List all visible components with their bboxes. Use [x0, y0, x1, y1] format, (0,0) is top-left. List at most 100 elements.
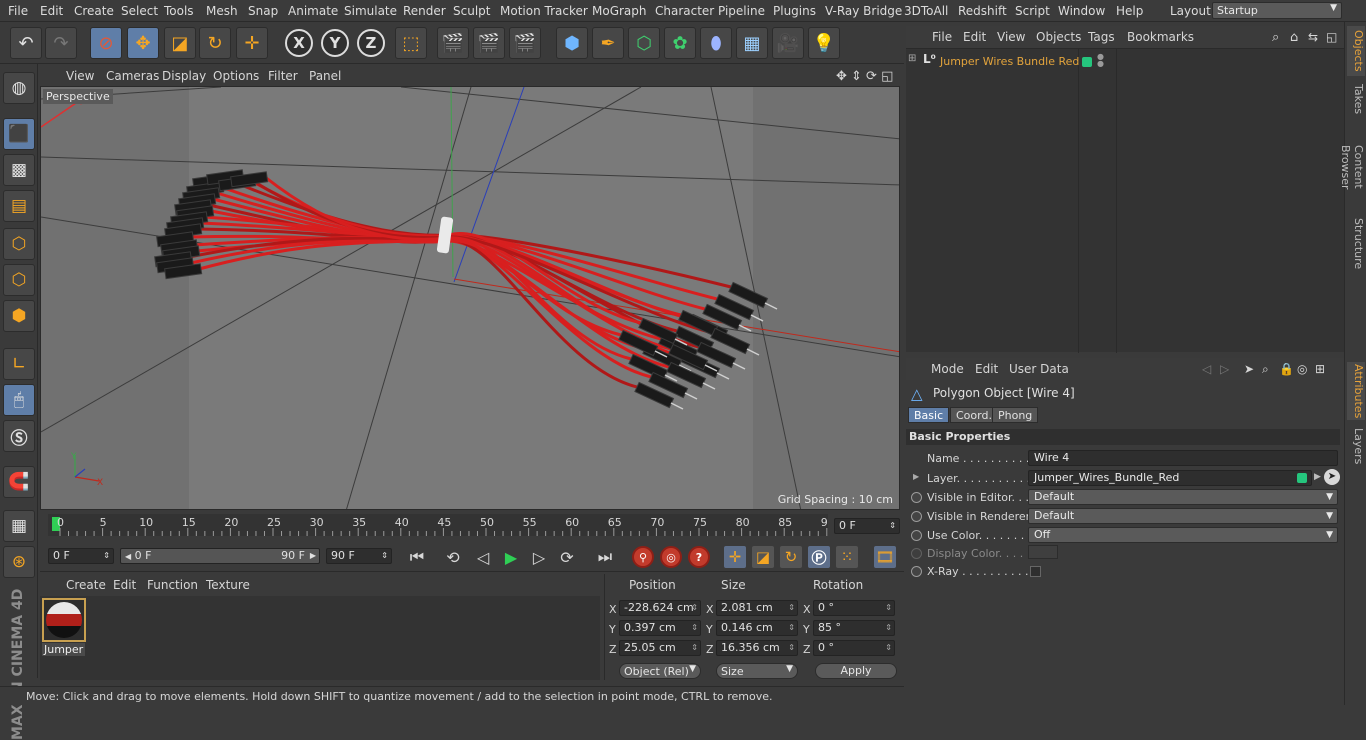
use-color-animate-radio[interactable] [911, 530, 922, 541]
menu-vray-bridge[interactable]: V-Ray Bridge [825, 4, 902, 18]
menu-sculpt[interactable]: Sculpt [453, 4, 490, 18]
position-y-field[interactable]: 0.397 cm ⇕ [619, 620, 701, 636]
solo-button[interactable]: Ⓢ [3, 420, 35, 452]
viewport-menu-display[interactable]: Display [162, 69, 206, 83]
tab-basic[interactable]: Basic [908, 407, 950, 423]
layer-field[interactable]: Jumper_Wires_Bundle_Red [1028, 470, 1312, 486]
material-menu-function[interactable]: Function [147, 578, 198, 592]
render-picture-viewer-button[interactable]: 🎬 [473, 27, 505, 59]
y-axis-lock-button[interactable]: Y [321, 29, 349, 57]
viewport-nav-icons[interactable]: ✥ ⇕ ⟳ ◱ [836, 69, 893, 84]
record-active-objects-button[interactable]: ⚲ [632, 546, 654, 568]
size-z-field[interactable]: 16.356 cm ⇕ [716, 640, 798, 656]
viewport-menu-filter[interactable]: Filter [268, 69, 298, 83]
deformer-button[interactable]: ⬮ [700, 27, 732, 59]
menu-redshift[interactable]: Redshift [958, 4, 1007, 18]
floor-button[interactable]: ▦ [736, 27, 768, 59]
expand-icon[interactable]: ⊞ [1315, 362, 1325, 376]
visible-renderer-animate-radio[interactable] [911, 511, 922, 522]
subdivision-button[interactable]: ⬡ [628, 27, 660, 59]
layout-dropdown[interactable]: Startup ▼ [1212, 2, 1342, 19]
pick-cursor-icon[interactable]: ➤ [1324, 469, 1340, 485]
tweak-mode-button[interactable]: 🖱 [3, 384, 35, 416]
attr-menu-mode[interactable]: Mode [931, 362, 964, 376]
menu-help[interactable]: Help [1116, 4, 1143, 18]
search-icon[interactable]: ⌕ [1272, 30, 1279, 45]
target-icon[interactable]: ◎ [1297, 362, 1307, 376]
side-tab-objects[interactable]: Objects [1347, 26, 1365, 76]
viewport-perspective[interactable]: Y X Perspective Grid Spacing : 10 cm [40, 86, 900, 510]
timeline-ruler[interactable]: 0 5 10 15 20 25 30 35 40 45 50 55 60 65 70 75 80 85 90 [48, 514, 828, 536]
lock-icon[interactable]: 🔒 [1279, 362, 1294, 376]
record-scale-button[interactable]: ◪ [752, 546, 774, 568]
menu-create[interactable]: Create [74, 4, 114, 18]
size-x-field[interactable]: 2.081 cm ⇕ [716, 600, 798, 616]
expand-arrow-icon[interactable]: ▶ [913, 472, 919, 481]
menu-3dtoall[interactable]: 3DToAll [904, 4, 948, 18]
move-tool-button[interactable]: ✥ [127, 27, 159, 59]
object-menu-edit[interactable]: Edit [963, 30, 986, 44]
arrows-icon[interactable]: ⇆ [1308, 30, 1318, 44]
mograph-cloner-button[interactable]: ✿ [664, 27, 696, 59]
record-pla-button[interactable]: ⁙ [836, 546, 858, 568]
xray-animate-radio[interactable] [911, 566, 922, 577]
expand-icon[interactable]: ◱ [1326, 30, 1337, 44]
cursor-icon[interactable]: ➤ [1244, 362, 1254, 376]
xray-checkbox[interactable] [1030, 566, 1041, 577]
frame-range-slider[interactable]: ◀ 0 F 90 F ▶ [120, 548, 320, 564]
layer-tag-icon[interactable] [1082, 57, 1092, 67]
side-tab-structure[interactable]: Structure [1347, 218, 1365, 270]
chevron-right-icon[interactable]: ▶ [1314, 472, 1321, 482]
record-parameter-button[interactable]: Ⓟ [808, 546, 830, 568]
x-axis-lock-button[interactable]: X [285, 29, 313, 57]
coordinate-system-button[interactable]: ⬚ [395, 27, 427, 59]
cube-primitive-button[interactable]: ⬢ [556, 27, 588, 59]
visible-renderer-dropdown[interactable]: Default ▼ [1028, 508, 1338, 524]
record-rotation-button[interactable]: ↻ [780, 546, 802, 568]
undo-button[interactable]: ↶ [10, 27, 42, 59]
timeline-window-button[interactable]: 🎞 [874, 546, 896, 568]
menu-character[interactable]: Character [655, 4, 714, 18]
object-menu-objects[interactable]: Objects [1036, 30, 1081, 44]
make-editable-button[interactable]: ◍ [3, 72, 35, 104]
rotation-p-field[interactable]: 85 ° ⇕ [813, 620, 895, 636]
menu-render[interactable]: Render [403, 4, 446, 18]
menu-plugins[interactable]: Plugins [773, 4, 816, 18]
object-menu-file[interactable]: File [932, 30, 952, 44]
menu-select[interactable]: Select [121, 4, 158, 18]
coordinate-mode-dropdown[interactable]: Object (Rel) ▼ [619, 663, 701, 679]
polygon-mode-button[interactable]: ⬢ [3, 300, 35, 332]
viewport-menu-view[interactable]: View [66, 69, 94, 83]
size-mode-dropdown[interactable]: Size ▼ [716, 663, 798, 679]
material-menu-edit[interactable]: Edit [113, 578, 136, 592]
previous-frame-button[interactable]: ◁ [470, 545, 496, 569]
expand-plus-icon[interactable]: ⊞ [908, 53, 916, 64]
menu-edit[interactable]: Edit [40, 4, 63, 18]
model-mode-button[interactable]: ⬛ [3, 118, 35, 150]
material-name[interactable]: Jumper [42, 643, 86, 656]
object-menu-view[interactable]: View [997, 30, 1025, 44]
scale-tool-button[interactable]: ◪ [164, 27, 196, 59]
keyframe-selection-button[interactable]: ? [688, 546, 710, 568]
rotation-h-field[interactable]: 0 ° ⇕ [813, 600, 895, 616]
viewport-menu-cameras[interactable]: Cameras [106, 69, 159, 83]
material-swatch[interactable] [42, 598, 86, 642]
menu-snap[interactable]: Snap [248, 4, 278, 18]
z-axis-lock-button[interactable]: Z [357, 29, 385, 57]
arrow-back-icon[interactable]: ◁ [1202, 362, 1211, 376]
recent-tool-button[interactable]: ✛ [236, 27, 268, 59]
side-tab-attributes[interactable]: Attributes [1347, 362, 1365, 420]
side-tab-content-browser[interactable]: Content Browser [1339, 124, 1365, 210]
go-to-end-button[interactable]: ⏭ [592, 545, 618, 569]
menu-motion-tracker[interactable]: Motion Tracker [500, 4, 588, 18]
texture-mode-button[interactable]: ▩ [3, 154, 35, 186]
object-row[interactable]: ⊞ L⁰ Jumper Wires Bundle Red ● ● [906, 51, 1344, 69]
pen-spline-button[interactable]: ✒ [592, 27, 624, 59]
next-frame-button[interactable]: ▷ [526, 545, 552, 569]
home-icon[interactable]: ⌂ [1290, 30, 1298, 45]
previous-key-button[interactable]: ⟲ [440, 545, 466, 569]
point-mode-button[interactable]: ⬡ [3, 228, 35, 260]
menu-mesh[interactable]: Mesh [206, 4, 238, 18]
tab-coord[interactable]: Coord. [950, 407, 998, 423]
record-position-button[interactable]: ✛ [724, 546, 746, 568]
